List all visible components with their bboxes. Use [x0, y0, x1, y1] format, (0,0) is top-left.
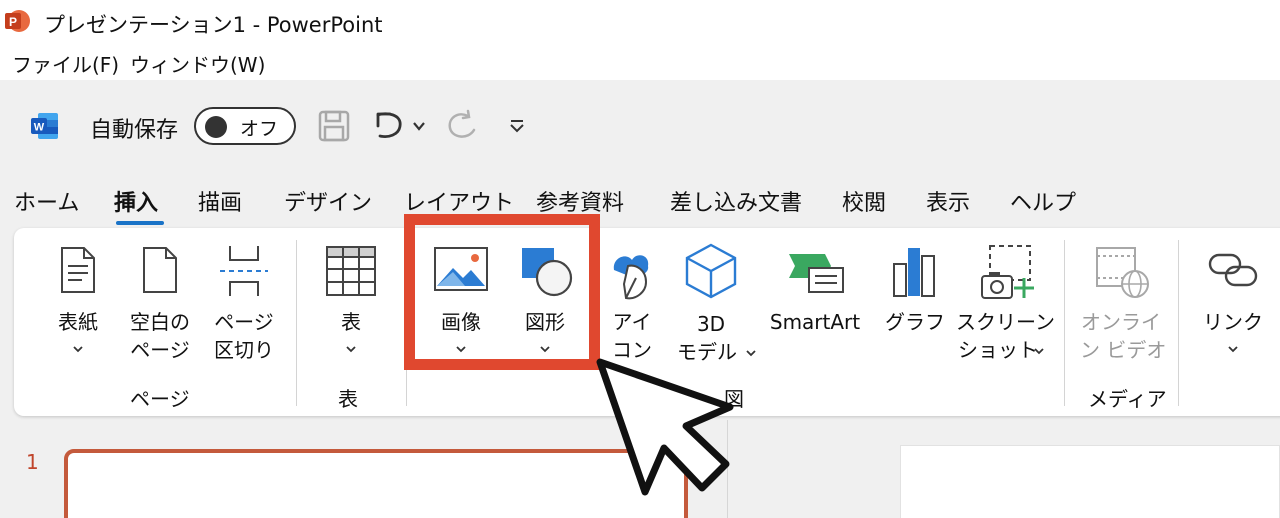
chart-icon — [893, 248, 935, 297]
menu-window[interactable]: ウィンドウ(W) — [130, 49, 265, 78]
smartart-label: SmartArt — [769, 310, 861, 334]
blank-page-label-1: 空白の — [130, 310, 190, 334]
autosave-label: 自動保存 — [90, 118, 179, 143]
page-break-icon — [220, 246, 268, 296]
tab-layout[interactable]: レイアウト — [404, 185, 514, 217]
active-tab-indicator — [116, 221, 164, 225]
online-video-icon — [1096, 247, 1149, 298]
chevron-down-icon — [1034, 348, 1044, 355]
window-title: プレゼンテーション1 - PowerPoint — [44, 13, 383, 37]
toggle-knob — [205, 116, 227, 138]
cover-page-label: 表紙 — [58, 310, 98, 334]
screenshot-icon — [981, 245, 1034, 299]
page-break-label-2: 区切り — [214, 338, 274, 362]
autosave-state: オフ — [240, 118, 279, 140]
link-label: リンク — [1203, 310, 1263, 334]
blank-page-label-2: ページ — [130, 338, 190, 362]
group-label-media: メディア — [1088, 387, 1167, 411]
word-app-icon: W — [31, 113, 58, 139]
tab-insert[interactable]: 挿入 — [114, 185, 158, 217]
screenshot-label-1: スクリーン — [956, 310, 1055, 334]
blank-page-icon — [143, 247, 177, 293]
online-video-button[interactable]: オンライ ン ビデオ — [1080, 240, 1167, 370]
tab-view[interactable]: 表示 — [926, 185, 970, 217]
tab-help[interactable]: ヘルプ — [1010, 185, 1076, 217]
group-divider — [296, 240, 297, 406]
cover-page-icon — [61, 247, 95, 293]
slide-canvas[interactable] — [900, 445, 1280, 518]
icons-label-1: アイ — [612, 310, 652, 334]
tab-mailings[interactable]: 差し込み文書 — [670, 185, 802, 217]
3d-cube-icon — [685, 243, 737, 299]
online-video-label-1: オンライ — [1081, 310, 1161, 334]
table-label: 表 — [341, 310, 361, 334]
tab-draw[interactable]: 描画 — [198, 185, 242, 217]
autosave-toggle[interactable]: オフ — [194, 107, 296, 145]
svg-text:P: P — [9, 15, 17, 29]
page-break-button[interactable]: ページ 区切り — [208, 240, 280, 370]
pointer-cursor-icon — [596, 358, 734, 496]
link-button[interactable]: リンク — [1200, 240, 1266, 370]
chevron-down-icon — [346, 346, 356, 353]
table-button[interactable]: 表 — [318, 240, 384, 370]
save-icon[interactable] — [316, 108, 352, 144]
group-divider — [1178, 240, 1179, 406]
table-icon — [326, 246, 376, 296]
menu-file[interactable]: ファイル(F) — [12, 49, 119, 78]
tab-home[interactable]: ホーム — [14, 185, 79, 217]
customize-qat-icon[interactable] — [506, 114, 528, 136]
smartart-icon — [789, 254, 844, 293]
redo-icon[interactable] — [444, 108, 480, 144]
blank-page-button[interactable]: 空白の ページ — [124, 240, 196, 370]
link-icon — [1208, 253, 1258, 287]
chevron-down-icon — [73, 346, 83, 353]
screenshot-button[interactable]: スクリーン ショット — [956, 240, 1055, 370]
group-label-pages: ページ — [130, 387, 190, 411]
powerpoint-logo-icon: P — [5, 10, 30, 32]
slide-number: 1 — [26, 450, 39, 474]
cover-page-button[interactable]: 表紙 — [46, 240, 110, 370]
icons-button[interactable]: アイ コン — [600, 240, 664, 370]
page-break-label-1: ページ — [214, 310, 274, 334]
highlight-box — [404, 214, 600, 370]
undo-icon[interactable] — [370, 108, 432, 144]
group-divider — [1064, 240, 1065, 406]
3d-models-button[interactable]: 3D モデル — [668, 240, 756, 370]
tab-references[interactable]: 参考資料 — [536, 185, 624, 217]
3d-models-label-1: 3D — [696, 312, 726, 336]
online-video-label-2: ン ビデオ — [1080, 338, 1167, 362]
group-label-table: 表 — [338, 387, 358, 411]
chart-label: グラフ — [885, 310, 945, 334]
menu-bar: ファイル(F) ウィンドウ(W) — [0, 44, 1280, 80]
smartart-button[interactable]: SmartArt — [760, 240, 870, 370]
svg-text:W: W — [34, 122, 45, 134]
tab-design[interactable]: デザイン — [284, 185, 372, 217]
chevron-down-icon — [746, 350, 756, 357]
icons-icon — [613, 255, 649, 300]
chart-button[interactable]: グラフ — [880, 240, 950, 370]
chevron-down-icon — [1228, 346, 1238, 353]
title-bar: P プレゼンテーション1 - PowerPoint — [0, 0, 1280, 44]
tab-review[interactable]: 校閲 — [842, 185, 886, 217]
